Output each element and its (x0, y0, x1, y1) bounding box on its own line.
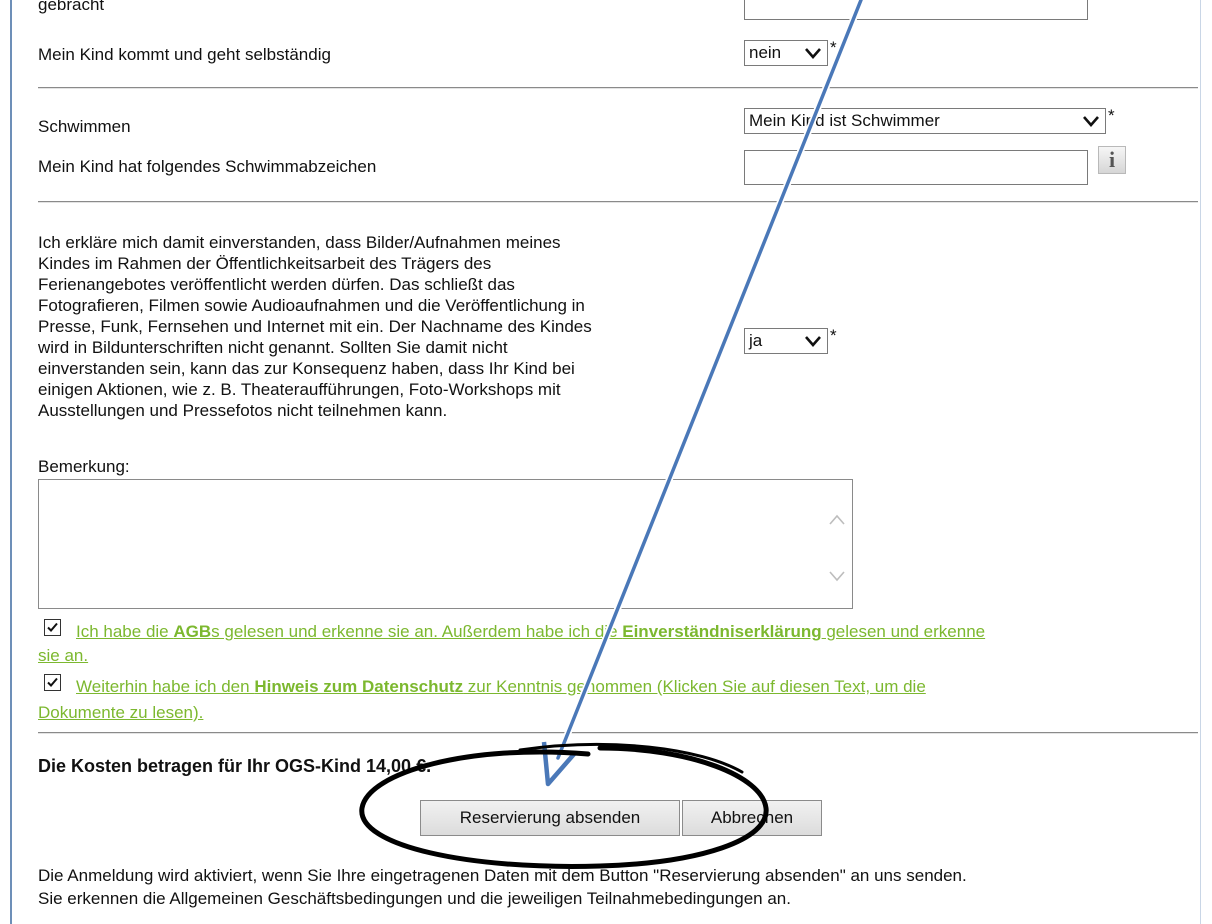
remark-label: Bemerkung: (38, 457, 130, 476)
consent-line: Kindes im Rahmen der Öffentlichkeitsarbe… (38, 254, 492, 273)
privacy-notice-link[interactable]: Hinweis zum Datenschutz (254, 677, 463, 696)
submit-reservation-button[interactable]: Reservierung absenden (420, 800, 680, 836)
declaration-link[interactable]: Einverständniserklärung (622, 622, 821, 641)
textarea-scrollbar[interactable] (822, 480, 852, 608)
consent-line: wird in Bildunterschriften nicht genannt… (38, 338, 508, 357)
cost-summary: Die Kosten betragen für Ihr OGS-Kind 14,… (38, 756, 432, 776)
required-marker: * (830, 326, 837, 345)
privacy-text: zur Kenntnis genommen (Klicken Sie auf d… (463, 677, 926, 696)
chevron-down-icon (805, 48, 821, 59)
page-frame-left-border (10, 0, 12, 924)
photo-consent-select-value: ja (749, 331, 763, 350)
consent-line: Ferienangebotes veröffentlicht werden dü… (38, 275, 515, 294)
swim-label: Schwimmen (38, 117, 131, 136)
cut-off-input[interactable] (744, 0, 1088, 20)
agb-consent-link[interactable]: Ich habe die AGBs gelesen und erkenne si… (76, 621, 985, 642)
consent-line: einverstanden sein, kann das zur Konsequ… (38, 359, 575, 378)
privacy-checkbox[interactable] (44, 674, 61, 691)
agb-checkbox[interactable] (44, 619, 61, 636)
chevron-down-icon (805, 336, 821, 347)
section-divider (38, 87, 1198, 88)
remark-textarea[interactable] (38, 479, 853, 609)
chevron-down-icon (1083, 116, 1099, 127)
agb-link[interactable]: AGB (173, 622, 211, 641)
consent-line: Fotografieren, Filmen sowie Audioaufnahm… (38, 296, 585, 315)
independent-label: Mein Kind kommt und geht selbständig (38, 45, 331, 64)
privacy-text: Weiterhin habe ich den (76, 677, 255, 696)
badge-input[interactable] (744, 150, 1088, 185)
badge-label: Mein Kind hat folgendes Schwimmabzeichen (38, 157, 377, 176)
independent-select-value: nein (749, 43, 782, 62)
cancel-button[interactable]: Abbrechen (682, 800, 822, 836)
cut-off-label: gebracht (38, 0, 105, 14)
scroll-up-icon[interactable] (829, 514, 845, 526)
agb-consent-link-continued[interactable]: sie an. (38, 645, 88, 666)
required-marker: * (830, 38, 837, 57)
independent-select[interactable]: nein (744, 40, 828, 66)
photo-consent-text: Ich erkläre mich damit einverstanden, da… (38, 232, 592, 421)
checkmark-icon (47, 677, 58, 687)
scroll-down-icon[interactable] (829, 570, 845, 582)
consent-line: Presse, Funk, Fernsehen und Internet mit… (38, 317, 592, 336)
section-divider (38, 201, 1198, 202)
footer-note-line: Sie erkennen die Allgemeinen Geschäftsbe… (38, 889, 791, 908)
footer-note-line: Die Anmeldung wird aktiviert, wenn Sie I… (38, 866, 967, 885)
swim-select[interactable]: Mein Kind ist Schwimmer (744, 108, 1106, 134)
agb-text: s gelesen und erkenne sie an. Außerdem h… (211, 622, 623, 641)
consent-line: Ausstellungen und Pressefotos nicht teil… (38, 401, 448, 420)
agb-text: Ich habe die (76, 622, 174, 641)
photo-consent-select[interactable]: ja (744, 328, 828, 354)
section-divider (38, 732, 1198, 733)
consent-line: einigen Aktionen, wie z. B. Theaterauffü… (38, 380, 561, 399)
agb-text: gelesen und erkenne (821, 622, 986, 641)
swim-select-value: Mein Kind ist Schwimmer (749, 111, 940, 130)
required-marker: * (1108, 106, 1115, 125)
consent-line: Ich erkläre mich damit einverstanden, da… (38, 233, 561, 252)
annotation-overlay (359, 0, 865, 869)
checkmark-icon (47, 622, 58, 632)
privacy-consent-link[interactable]: Weiterhin habe ich den Hinweis zum Daten… (76, 676, 926, 697)
page-frame-right-border (1200, 0, 1201, 924)
privacy-consent-link-continued[interactable]: Dokumente zu lesen). (38, 702, 203, 723)
info-icon[interactable]: i (1098, 146, 1126, 174)
